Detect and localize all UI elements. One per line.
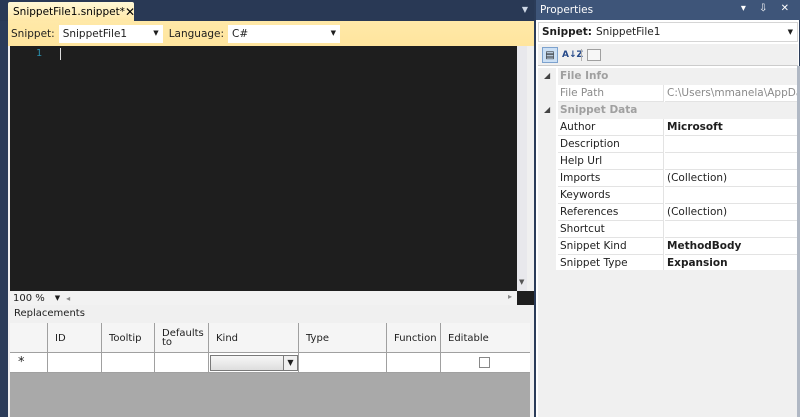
snippet-label: Snippet:	[11, 27, 55, 40]
properties-title-bar: Properties ▾ ⇩ ✕	[536, 0, 800, 20]
scroll-right-arrow-icon[interactable]: ▸	[508, 292, 512, 301]
property-row-help-url[interactable]: Help Url	[538, 153, 798, 170]
property-value[interactable]: MethodBody	[665, 238, 798, 255]
zoom-bar: 100 % ▼ ◂ ▸	[10, 291, 517, 305]
editable-checkbox[interactable]	[479, 357, 490, 368]
property-value[interactable]: Microsoft	[665, 119, 798, 136]
property-name: Help Url	[558, 153, 664, 170]
categorized-icon[interactable]: ▤	[542, 47, 558, 63]
category-snippet-data[interactable]: ◢ Snippet Data	[538, 102, 798, 119]
code-editor[interactable]	[10, 46, 527, 291]
object-selector[interactable]: Snippet: SnippetFile1 ▼	[538, 22, 798, 42]
snippet-combo[interactable]: SnippetFile1 ▼	[58, 24, 163, 43]
cell-id[interactable]	[48, 353, 102, 373]
column-id[interactable]: ID	[48, 323, 102, 353]
property-value: C:\Users\mmanela\AppData	[665, 85, 798, 102]
column-function[interactable]: Function	[387, 323, 441, 353]
property-name: Description	[558, 136, 664, 153]
language-combo-value: C#	[232, 27, 249, 40]
property-name: References	[558, 204, 664, 221]
property-name: File Path	[558, 85, 664, 102]
chevron-down-icon: ▼	[787, 28, 793, 36]
chevron-down-icon: ▼	[153, 28, 159, 37]
properties-toolbar: ▤ A↓Z	[538, 44, 798, 66]
column-tooltip[interactable]: Tooltip	[102, 323, 155, 353]
chevron-down-icon[interactable]: ▼	[283, 356, 297, 370]
property-pages-icon[interactable]	[587, 49, 601, 61]
property-value[interactable]	[665, 136, 798, 153]
grid-header-row: ID Tooltip Defaults to Kind Type Functio…	[10, 323, 530, 353]
cell-defaults-to[interactable]	[155, 353, 209, 373]
text-caret	[60, 48, 61, 60]
property-grid-empty-area	[538, 270, 798, 417]
cell-type[interactable]	[299, 353, 387, 373]
new-row-marker: *	[18, 355, 25, 370]
replacements-label: Replacements	[10, 308, 530, 322]
object-label: Snippet:	[542, 26, 593, 38]
property-value[interactable]: (Collection)	[665, 170, 798, 187]
property-row-shortcut[interactable]: Shortcut	[538, 221, 798, 238]
property-name: Keywords	[558, 187, 664, 204]
cell-function[interactable]	[387, 353, 441, 373]
property-value[interactable]	[665, 153, 798, 170]
line-number: 1	[36, 48, 43, 59]
category-label: Snippet Data	[558, 102, 798, 119]
property-name: Shortcut	[558, 221, 664, 238]
properties-title: Properties	[540, 4, 594, 16]
property-row-imports[interactable]: Imports (Collection)	[538, 170, 798, 187]
snippet-toolbar: Snippet: SnippetFile1 ▼ Language: C# ▼	[8, 21, 534, 46]
table-row: * ▼	[10, 353, 530, 373]
column-defaults-to[interactable]: Defaults to	[155, 323, 209, 353]
alphabetical-icon[interactable]: A↓Z	[562, 47, 583, 63]
column-type[interactable]: Type	[299, 323, 387, 353]
language-combo[interactable]: C# ▼	[228, 24, 341, 43]
collapse-triangle-icon[interactable]: ◢	[544, 105, 550, 114]
property-row-keywords[interactable]: Keywords	[538, 187, 798, 204]
property-row-description[interactable]: Description	[538, 136, 798, 153]
property-row-references[interactable]: References (Collection)	[538, 204, 798, 221]
collapse-triangle-icon[interactable]: ◢	[544, 71, 550, 80]
scroll-down-arrow-icon[interactable]: ▼	[519, 278, 524, 286]
toolbar-separator	[581, 49, 582, 61]
property-row-snippet-kind[interactable]: Snippet Kind MethodBody	[538, 238, 798, 255]
property-name: Imports	[558, 170, 664, 187]
close-icon[interactable]: ✕	[125, 5, 135, 19]
zoom-dropdown-icon[interactable]: ▼	[55, 294, 60, 302]
cell-tooltip[interactable]	[102, 353, 155, 373]
property-value[interactable]	[665, 221, 798, 238]
row-header[interactable]: *	[10, 353, 48, 373]
property-value[interactable]: (Collection)	[665, 204, 798, 221]
property-name: Author	[558, 119, 664, 136]
column-editable[interactable]: Editable	[441, 323, 530, 353]
property-value[interactable]	[665, 187, 798, 204]
language-label: Language:	[168, 27, 225, 40]
scroll-left-arrow-icon[interactable]: ◂	[66, 294, 70, 303]
tab-snippetfile1[interactable]: SnippetFile1.snippet* ✕	[8, 2, 135, 21]
property-row-author[interactable]: Author Microsoft	[538, 119, 798, 136]
vertical-scrollbar[interactable]	[517, 46, 527, 291]
column-kind[interactable]: Kind	[209, 323, 299, 353]
kind-combo[interactable]: ▼	[210, 355, 298, 371]
zoom-level[interactable]: 100 %	[13, 293, 45, 304]
snippet-combo-value: SnippetFile1	[62, 27, 128, 40]
object-value: SnippetFile1	[596, 26, 661, 38]
property-name: Snippet Kind	[558, 238, 664, 255]
chevron-down-icon: ▼	[330, 28, 337, 37]
scrollbar-corner	[517, 291, 534, 305]
window-buttons-icon[interactable]: ▾ ⇩ ✕	[741, 3, 794, 14]
row-header-corner	[10, 323, 48, 353]
property-row-file-path[interactable]: File Path C:\Users\mmanela\AppData	[538, 85, 798, 102]
category-label: File Info	[558, 68, 798, 85]
category-file-info[interactable]: ◢ File Info	[538, 68, 798, 85]
document-list-arrow-icon[interactable]: ▼	[522, 5, 528, 14]
tab-title: SnippetFile1.snippet*	[13, 5, 125, 18]
